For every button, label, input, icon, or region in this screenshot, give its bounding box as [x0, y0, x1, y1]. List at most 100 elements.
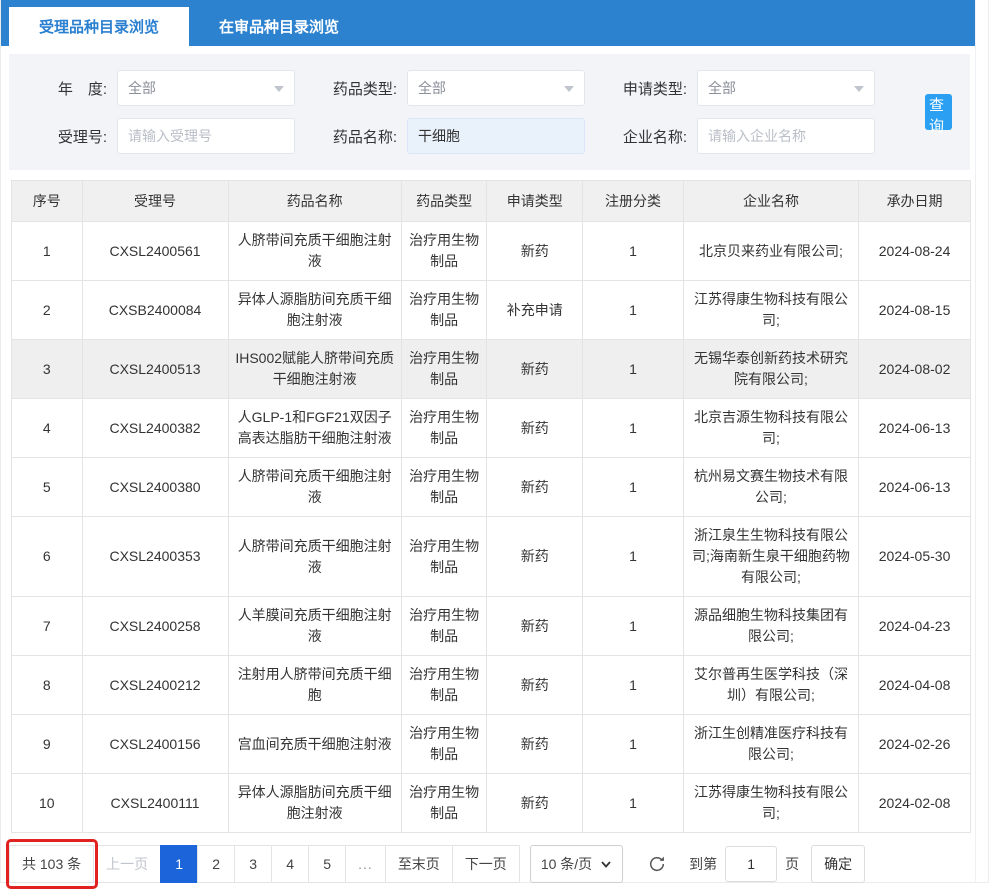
jump-page-input[interactable]	[725, 846, 777, 882]
year-select[interactable]: 全部	[117, 70, 295, 106]
cell-company: 杭州易文赛生物技术有限公司;	[683, 458, 858, 517]
drug-name-label: 药品名称:	[317, 126, 397, 147]
tab-bar: 受理品种目录浏览 在审品种目录浏览	[1, 0, 975, 46]
table-row[interactable]: 6CXSL2400353人脐带间充质干细胞注射液治疗用生物制品新药1浙江泉生生物…	[12, 517, 971, 597]
table-header-row: 序号 受理号 药品名称 药品类型 申请类型 注册分类 企业名称 承办日期	[12, 181, 971, 222]
page-button-4[interactable]: 4	[271, 845, 309, 883]
confirm-jump-button[interactable]: 确定	[811, 845, 865, 883]
cell-index: 5	[12, 458, 83, 517]
page-button-5[interactable]: 5	[308, 845, 346, 883]
cell-company: 浙江泉生生物科技有限公司;海南新生泉干细胞药物有限公司;	[683, 517, 858, 597]
table-row[interactable]: 10CXSL2400111异体人源脂肪间充质干细胞注射液治疗用生物制品新药1江苏…	[12, 774, 971, 833]
page-size-select[interactable]: 10 条/页	[530, 845, 623, 883]
chevron-down-icon	[564, 86, 574, 92]
cell-index: 3	[12, 340, 83, 399]
cell-index: 4	[12, 399, 83, 458]
cell-apply-type: 新药	[487, 774, 583, 833]
accept-no-input[interactable]	[128, 119, 284, 153]
cell-drug-name: 人脐带间充质干细胞注射液	[228, 517, 401, 597]
accept-no-control	[117, 118, 295, 154]
cell-accept-no: CXSB2400084	[82, 281, 228, 340]
cell-apply-type: 新药	[487, 222, 583, 281]
table-row[interactable]: 8CXSL2400212注射用人脐带间充质干细胞治疗用生物制品新药1艾尔普再生医…	[12, 656, 971, 715]
table-row[interactable]: 7CXSL2400258人羊膜间充质干细胞注射液治疗用生物制品新药1源品细胞生物…	[12, 597, 971, 656]
col-header-date: 承办日期	[859, 181, 971, 222]
cell-date: 2024-06-13	[859, 399, 971, 458]
tab-accepted-catalog[interactable]: 受理品种目录浏览	[9, 7, 189, 46]
col-header-accept-no: 受理号	[82, 181, 228, 222]
cell-index: 6	[12, 517, 83, 597]
chevron-down-icon	[274, 86, 284, 92]
drug-type-select[interactable]: 全部	[407, 70, 585, 106]
last-page-button[interactable]: 至末页	[385, 845, 453, 883]
cell-index: 2	[12, 281, 83, 340]
filter-grid: 年 度: 全部 药品类型: 全部 申请类型: 全部	[27, 70, 897, 154]
cell-index: 9	[12, 715, 83, 774]
cell-index: 8	[12, 656, 83, 715]
cell-apply-type: 新药	[487, 458, 583, 517]
page-button-group: 上一页 12345 ... 至末页 下一页	[94, 845, 520, 883]
cell-company: 浙江生创精准医疗科技有限公司;	[683, 715, 858, 774]
company-input[interactable]	[708, 119, 864, 153]
cell-drug-type: 治疗用生物制品	[401, 715, 487, 774]
apply-type-label: 申请类型:	[607, 78, 687, 99]
cell-date: 2024-08-15	[859, 281, 971, 340]
refresh-icon[interactable]	[645, 852, 669, 876]
cell-company: 源品细胞生物科技集团有限公司;	[683, 597, 858, 656]
cell-date: 2024-08-24	[859, 222, 971, 281]
col-header-drug-type: 药品类型	[401, 181, 487, 222]
pagination-bar: 共 103 条 上一页 12345 ... 至末页 下一页 10 条/页 到第 …	[9, 845, 970, 883]
accept-no-label: 受理号:	[27, 126, 107, 147]
cell-drug-name: 人脐带间充质干细胞注射液	[228, 458, 401, 517]
company-label: 企业名称:	[607, 126, 687, 147]
cell-date: 2024-06-13	[859, 458, 971, 517]
table-row[interactable]: 4CXSL2400382人GLP-1和FGF21双因子高表达脂肪干细胞注射液治疗…	[12, 399, 971, 458]
table-row[interactable]: 9CXSL2400156宫血间充质干细胞注射液治疗用生物制品新药1浙江生创精准医…	[12, 715, 971, 774]
next-page-button[interactable]: 下一页	[452, 845, 520, 883]
cell-date: 2024-05-30	[859, 517, 971, 597]
cell-date: 2024-08-02	[859, 340, 971, 399]
company-control	[697, 118, 875, 154]
col-header-reg-class: 注册分类	[583, 181, 684, 222]
prev-page-button[interactable]: 上一页	[93, 845, 161, 883]
table-row[interactable]: 1CXSL2400561人脐带间充质干细胞注射液治疗用生物制品新药1北京贝来药业…	[12, 222, 971, 281]
table-row[interactable]: 2CXSB2400084异体人源脂肪间充质干细胞注射液治疗用生物制品补充申请1江…	[12, 281, 971, 340]
cell-drug-name: 人羊膜间充质干细胞注射液	[228, 597, 401, 656]
table-row[interactable]: 3CXSL2400513IHS002赋能人脐带间充质干细胞注射液治疗用生物制品新…	[12, 340, 971, 399]
page-button-2[interactable]: 2	[197, 845, 235, 883]
drug-type-label: 药品类型:	[317, 78, 397, 99]
cell-accept-no: CXSL2400258	[82, 597, 228, 656]
cell-reg-class: 1	[583, 222, 684, 281]
cell-drug-type: 治疗用生物制品	[401, 458, 487, 517]
search-button[interactable]: 查询	[925, 94, 952, 130]
cell-company: 无锡华泰创新药技术研究院有限公司;	[683, 340, 858, 399]
apply-type-select[interactable]: 全部	[697, 70, 875, 106]
cell-company: 江苏得康生物科技有限公司;	[683, 774, 858, 833]
cell-accept-no: CXSL2400382	[82, 399, 228, 458]
cell-drug-type: 治疗用生物制品	[401, 222, 487, 281]
filter-panel: 年 度: 全部 药品类型: 全部 申请类型: 全部	[9, 54, 970, 170]
more-pages-ellipsis[interactable]: ...	[345, 845, 386, 883]
cell-drug-type: 治疗用生物制品	[401, 597, 487, 656]
cell-reg-class: 1	[583, 597, 684, 656]
cell-company: 江苏得康生物科技有限公司;	[683, 281, 858, 340]
drug-name-input[interactable]	[418, 119, 574, 153]
cell-reg-class: 1	[583, 458, 684, 517]
cell-apply-type: 新药	[487, 340, 583, 399]
tab-under-review-catalog[interactable]: 在审品种目录浏览	[189, 7, 369, 46]
cell-date: 2024-04-08	[859, 656, 971, 715]
col-header-index: 序号	[12, 181, 83, 222]
apply-type-field: 申请类型: 全部	[607, 70, 875, 106]
cell-drug-type: 治疗用生物制品	[401, 774, 487, 833]
page-button-1[interactable]: 1	[160, 845, 198, 883]
cell-index: 1	[12, 222, 83, 281]
year-label: 年 度:	[27, 78, 107, 99]
cell-drug-type: 治疗用生物制品	[401, 340, 487, 399]
cell-accept-no: CXSL2400380	[82, 458, 228, 517]
cell-reg-class: 1	[583, 340, 684, 399]
page-container: 受理品种目录浏览 在审品种目录浏览 年 度: 全部 药品类型: 全部	[1, 0, 976, 882]
table-row[interactable]: 5CXSL2400380人脐带间充质干细胞注射液治疗用生物制品新药1杭州易文赛生…	[12, 458, 971, 517]
page-button-3[interactable]: 3	[234, 845, 272, 883]
cell-index: 7	[12, 597, 83, 656]
cell-drug-type: 治疗用生物制品	[401, 399, 487, 458]
